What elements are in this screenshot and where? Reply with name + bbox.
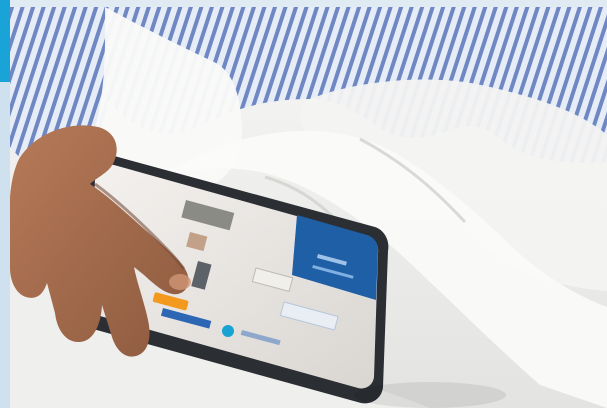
tablet-shadow <box>354 382 506 408</box>
bed-tablet-photo <box>10 7 607 408</box>
left-accent-bar <box>0 0 10 82</box>
fingertip <box>169 274 191 290</box>
screen-brand-mark <box>222 325 234 337</box>
photo-frame <box>0 0 607 408</box>
